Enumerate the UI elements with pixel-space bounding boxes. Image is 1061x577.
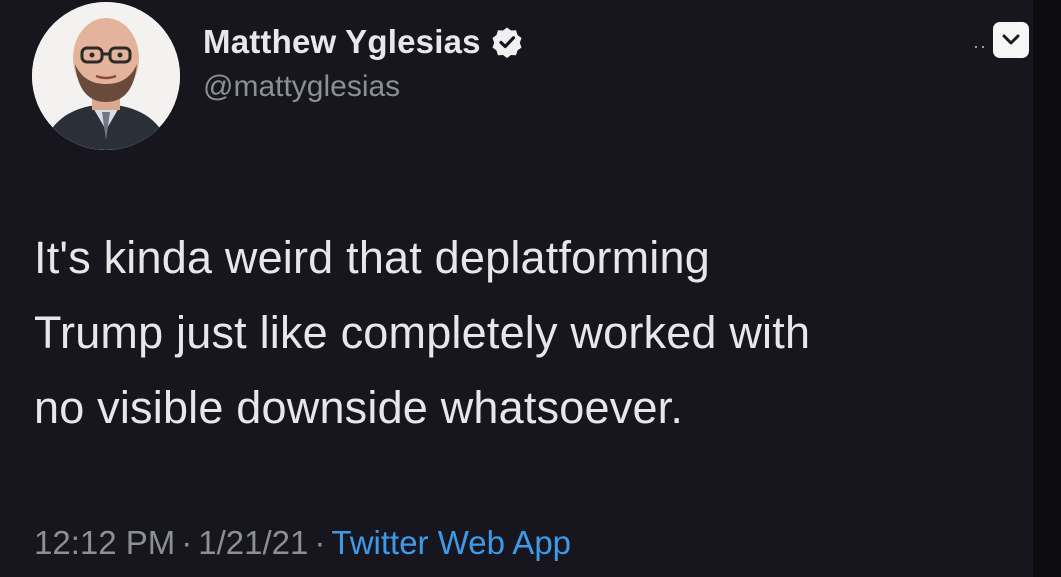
tweet-card: Matthew Yglesias @mattyglesias ·· It's k… — [0, 0, 1061, 577]
chevron-down-button[interactable] — [993, 22, 1029, 58]
name-row: Matthew Yglesias — [203, 18, 523, 66]
screen-edge — [1033, 0, 1061, 577]
more-options-icon[interactable]: ·· — [973, 36, 987, 57]
author-handle[interactable]: @mattyglesias — [203, 70, 523, 104]
tweet-metadata: 12:12 PM · 1/21/21 · Twitter Web App — [34, 524, 571, 562]
tweet-source[interactable]: Twitter Web App — [331, 524, 571, 561]
tweet-text: It's kinda weird that deplatforming Trum… — [34, 220, 1014, 445]
meta-separator: · — [314, 524, 326, 561]
author-name[interactable]: Matthew Yglesias — [203, 23, 481, 61]
tweet-header: Matthew Yglesias @mattyglesias — [203, 18, 523, 104]
tweet-text-line: It's kinda weird that deplatforming — [34, 232, 710, 283]
verified-badge-icon — [492, 27, 522, 58]
avatar-image — [32, 2, 180, 150]
avatar[interactable] — [32, 2, 180, 150]
meta-separator: · — [181, 524, 193, 561]
tweet-text-line: Trump just like completely worked with — [34, 307, 811, 358]
tweet-date[interactable]: 1/21/21 — [198, 524, 308, 561]
tweet-text-line: no visible downside whatsoever. — [34, 382, 684, 433]
chevron-down-icon — [1002, 34, 1020, 45]
tweet-time[interactable]: 12:12 PM — [34, 524, 175, 561]
